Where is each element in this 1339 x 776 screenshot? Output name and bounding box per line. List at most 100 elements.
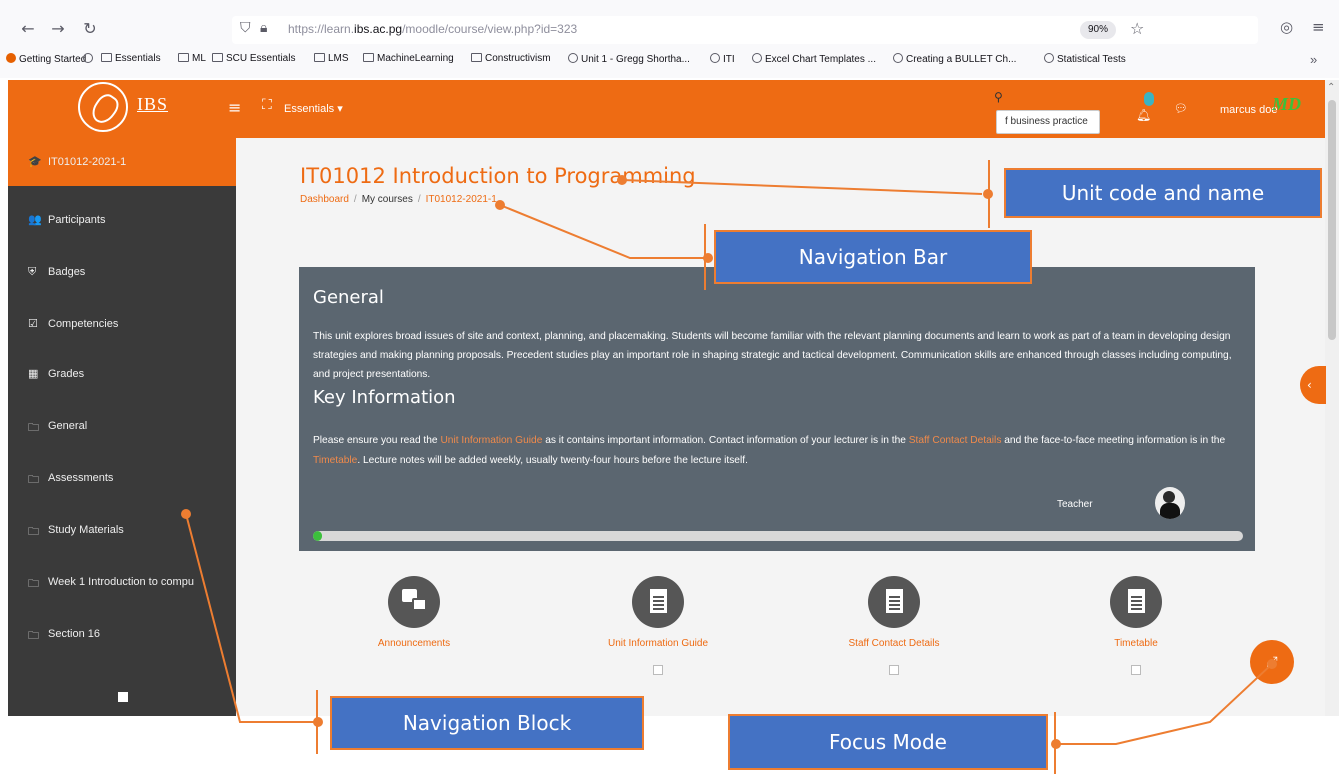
url-text[interactable]: https://learn.ibs.ac.pg/moodle/course/vi… [288, 22, 577, 36]
site-logo-text[interactable]: IBS [137, 94, 168, 115]
add-block-icon[interactable] [118, 692, 128, 702]
globe-icon [752, 53, 762, 63]
essentials-menu[interactable]: Essentials ▾ [284, 102, 343, 115]
sidebar-item-competencies[interactable]: ☑ Competencies [8, 300, 236, 348]
bookmark-item[interactable]: SCU Essentials [212, 53, 295, 64]
bookmark-item[interactable]: Excel Chart Templates ... [752, 53, 876, 65]
bookmark-item[interactable]: MachineLearning [363, 53, 454, 64]
teacher-avatar[interactable] [1155, 487, 1185, 519]
bookmark-item[interactable]: Constructivism [471, 53, 551, 64]
completion-checkbox[interactable] [653, 665, 663, 675]
forward-arrow-icon[interactable]: → [48, 18, 68, 40]
folder-icon: 🗀 [28, 473, 39, 486]
callout-navigation-block: Navigation Block [330, 696, 644, 750]
globe-icon [568, 53, 578, 63]
completion-checkbox[interactable] [889, 665, 899, 675]
avatar[interactable]: MD [1272, 94, 1301, 115]
callout-unit-code-and-name: Unit code and name [1004, 168, 1322, 218]
bookmark-item[interactable]: ITI [710, 53, 735, 65]
folder-icon: 🗀 [28, 629, 39, 642]
breadcrumb-my-courses[interactable]: My courses [362, 194, 413, 205]
reload-icon[interactable]: ↻ [80, 18, 100, 40]
users-icon: 👥 [28, 213, 42, 226]
tile-label[interactable]: Staff Contact Details [814, 638, 974, 649]
scrollbar-thumb[interactable] [1328, 100, 1336, 340]
sidebar-item-participants[interactable]: 👥 Participants [8, 196, 236, 244]
user-name[interactable]: marcus doe [1220, 104, 1277, 116]
callout-focus-mode: Focus Mode [728, 714, 1048, 770]
breadcrumb-separator: / [353, 194, 357, 205]
document-icon [1110, 576, 1162, 628]
bookmark-item[interactable]: Getting Started [6, 53, 86, 65]
breadcrumb-course[interactable]: IT01012-2021-1 [426, 194, 497, 205]
focus-mode-button[interactable]: ⤢ [1250, 640, 1294, 684]
tile-timetable[interactable]: Timetable [1056, 576, 1216, 686]
back-arrow-icon[interactable]: ← [18, 18, 38, 40]
zoom-level[interactable]: 90% [1080, 21, 1116, 39]
sidebar-item-course[interactable]: 🎓 IT01012-2021-1 [8, 138, 236, 186]
sidebar-item-grades[interactable]: ▦ Grades [8, 350, 236, 398]
folder-icon [101, 53, 112, 62]
sidebar-item-section-16[interactable]: 🗀 Section 16 [8, 610, 236, 658]
ibs-logo-icon[interactable] [78, 82, 128, 132]
bookmark-item[interactable]: Creating a BULLET Ch... [893, 53, 1016, 65]
search-suggestion[interactable]: f business practice [996, 110, 1100, 134]
pocket-icon[interactable]: ◎ [1280, 18, 1293, 36]
bookmark-item[interactable]: LMS [314, 53, 349, 64]
bookmark-item[interactable]: Unit 1 - Gregg Shortha... [568, 53, 690, 65]
sidebar-item-badges[interactable]: ⛨ Badges [8, 248, 236, 296]
lock-icon[interactable]: 🔒︎ [260, 20, 267, 36]
bell-icon[interactable]: 🔔︎ [1136, 108, 1151, 122]
sidebar-item-general[interactable]: 🗀 General [8, 402, 236, 450]
fullscreen-icon[interactable]: ⛶ [262, 97, 272, 113]
hamburger-icon[interactable]: ≡ [228, 98, 241, 117]
link-staff-contact[interactable]: Staff Contact Details [909, 435, 1002, 446]
tile-unit-information-guide[interactable]: Unit Information Guide [578, 576, 738, 686]
link-timetable[interactable]: Timetable [313, 455, 357, 466]
tile-label[interactable]: Unit Information Guide [578, 638, 738, 649]
breadcrumb-separator: / [417, 194, 421, 205]
general-section-panel: General This unit explores broad issues … [299, 267, 1255, 551]
sidebar-item-label: Study Materials [48, 524, 124, 536]
bookmark-item[interactable]: Essentials [101, 53, 161, 64]
bookmark-item[interactable] [83, 53, 96, 65]
bookmark-item[interactable]: ML [178, 53, 206, 64]
tile-label[interactable]: Announcements [334, 638, 494, 649]
folder-icon [178, 53, 189, 62]
callout-bracket [316, 690, 318, 754]
key-info-text: Please ensure you read the Unit Informat… [313, 435, 1226, 466]
tile-announcements[interactable]: Announcements [334, 576, 494, 686]
graduation-cap-icon: 🎓 [28, 155, 42, 168]
callout-bracket [988, 160, 990, 228]
shield-icon: ⛨ [28, 265, 37, 278]
tile-label[interactable]: Timetable [1056, 638, 1216, 649]
search-icon[interactable]: ⚲ [994, 90, 1003, 104]
folder-icon [363, 53, 374, 62]
sidebar-item-label: Competencies [48, 318, 119, 330]
completion-checkbox[interactable] [1131, 665, 1141, 675]
sidebar-item-assessments[interactable]: 🗀 Assessments [8, 454, 236, 502]
url-bar[interactable]: ⛉ 🔒︎ https://learn.ibs.ac.pg/moodle/cour… [232, 16, 1258, 44]
sidebar-item-study-materials[interactable]: 🗀 Study Materials [8, 506, 236, 554]
menu-icon[interactable]: ≡ [1312, 18, 1325, 36]
sidebar-item-label: Grades [48, 368, 85, 380]
bookmark-star-icon[interactable]: ☆ [1130, 19, 1144, 38]
document-icon [868, 576, 920, 628]
breadcrumb-dashboard[interactable]: Dashboard [300, 194, 349, 205]
section-heading-general: General [313, 287, 384, 308]
message-icon[interactable]: 💬︎ [1174, 102, 1188, 115]
chevron-up-icon[interactable]: ⌃ [1327, 82, 1335, 93]
browser-toolbar: ← → ↻ ⛉ 🔒︎ https://learn.ibs.ac.pg/moodl… [0, 14, 1339, 46]
folder-icon [314, 53, 325, 62]
tile-staff-contact-details[interactable]: Staff Contact Details [814, 576, 974, 686]
folder-icon: 🗀 [28, 577, 39, 590]
page-scrollbar[interactable]: ⌃ [1325, 80, 1339, 716]
breadcrumb: Dashboard / My courses / IT01012-2021-1 [300, 194, 497, 205]
shield-icon[interactable]: ⛉ [240, 20, 251, 36]
link-unit-guide[interactable]: Unit Information Guide [440, 435, 542, 446]
bookmarks-overflow-button[interactable]: » [1310, 52, 1317, 67]
bookmark-item[interactable]: Statistical Tests [1044, 53, 1126, 65]
sidebar-item-week-1[interactable]: 🗀 Week 1 Introduction to compu [8, 558, 236, 606]
forum-icon [388, 576, 440, 628]
globe-icon [893, 53, 903, 63]
